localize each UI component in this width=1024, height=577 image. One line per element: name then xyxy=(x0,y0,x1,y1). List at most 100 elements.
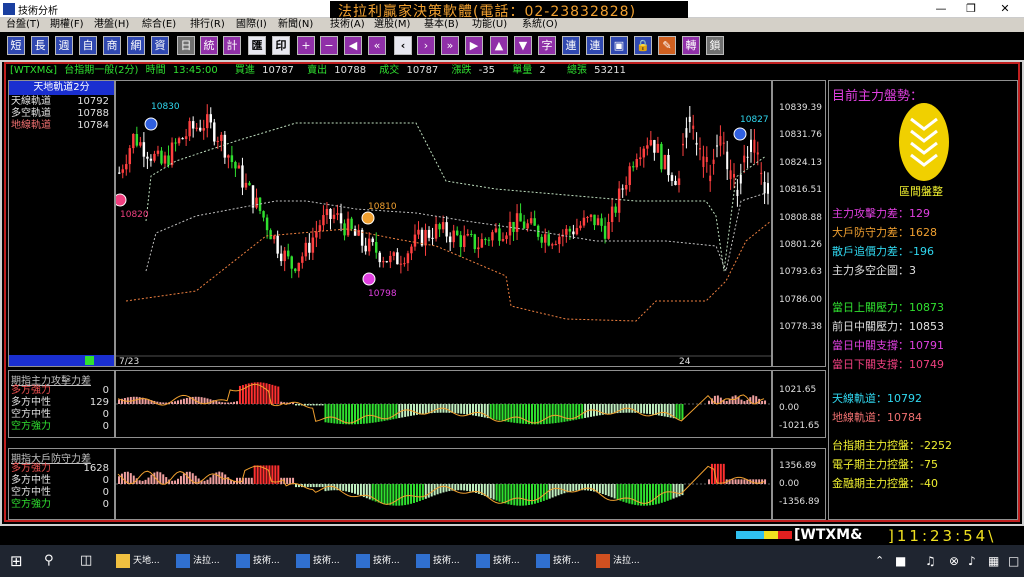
toolbar-button-8[interactable]: 統 xyxy=(200,36,218,55)
scroll-thumb[interactable] xyxy=(85,356,94,365)
toolbar-button-12[interactable]: + xyxy=(297,36,315,55)
candle-body xyxy=(705,157,708,162)
ind1-value: 0 xyxy=(102,409,109,420)
ind2-label: 多方強力 xyxy=(11,463,51,474)
toolbar-button-16[interactable]: ‹ xyxy=(394,36,412,55)
menu-item-5[interactable]: 國際(I) xyxy=(236,18,267,32)
taskbar-app[interactable]: 技術... xyxy=(356,549,400,573)
taskbar-app[interactable]: 法拉... xyxy=(596,549,640,573)
toolbar-button-2[interactable]: 週 xyxy=(55,36,73,55)
tray-chevron-icon[interactable]: ⌃ xyxy=(875,549,884,573)
toolbar-button-15[interactable]: « xyxy=(368,36,386,55)
toolbar-button-21[interactable]: ▼ xyxy=(514,36,532,55)
menu-item-7[interactable]: 技術(A) xyxy=(330,18,365,32)
taskbar-app[interactable]: 天地... xyxy=(116,549,160,573)
menu-item-11[interactable]: 系統(O) xyxy=(522,18,558,32)
legend-scroll-bar[interactable] xyxy=(9,355,114,366)
toolbar-button-3[interactable]: 自 xyxy=(79,36,97,55)
toolbar-button-9[interactable]: 計 xyxy=(223,36,241,55)
histogram-bar xyxy=(380,484,383,504)
tray-ime-icon[interactable]: ▦ xyxy=(988,549,999,573)
candle-body xyxy=(336,213,339,215)
histogram-bar xyxy=(321,484,324,488)
toolbar-button-19[interactable]: ▶ xyxy=(465,36,483,55)
histogram-bar xyxy=(203,397,206,404)
upper-track-line xyxy=(145,122,767,272)
candle-body xyxy=(177,138,181,144)
candle-body xyxy=(617,188,621,213)
menu-item-8[interactable]: 選股(M) xyxy=(374,18,410,32)
histogram-bar xyxy=(743,401,746,404)
toolbar-button-4[interactable]: 商 xyxy=(103,36,121,55)
menu-item-2[interactable]: 港盤(H) xyxy=(94,18,129,32)
toolbar-button-14[interactable]: ◀ xyxy=(344,36,362,55)
candle-body xyxy=(448,236,452,243)
taskbar-app[interactable]: 法拉... xyxy=(176,549,220,573)
toolbar-button-23[interactable]: 連 xyxy=(562,36,580,55)
histogram-bar xyxy=(348,404,351,425)
toolbar-button-0[interactable]: 短 xyxy=(7,36,25,55)
toolbar-button-24[interactable]: 連 xyxy=(586,36,604,55)
annotation-marker xyxy=(733,127,747,141)
taskbar-app[interactable]: 技術... xyxy=(236,549,280,573)
menu-item-3[interactable]: 綜合(E) xyxy=(142,18,176,32)
legend-title[interactable]: 天地軌道2分 xyxy=(9,81,114,95)
menu-item-10[interactable]: 功能(U) xyxy=(472,18,507,32)
toolbar-button-10[interactable]: 匯 xyxy=(248,36,266,55)
status-light-cyan-2 xyxy=(750,531,764,539)
histogram-bar xyxy=(345,484,348,492)
toolbar-button-22[interactable]: 字 xyxy=(538,36,556,55)
minimize-button[interactable]: — xyxy=(926,0,956,18)
toolbar-button-7[interactable]: 日 xyxy=(177,36,195,55)
taskbar-app[interactable]: 技術... xyxy=(476,549,520,573)
close-button[interactable]: ✕ xyxy=(990,0,1020,18)
ind1-chart[interactable] xyxy=(115,370,772,438)
toolbar-button-5[interactable]: 網 xyxy=(127,36,145,55)
maximize-button[interactable]: ❐ xyxy=(956,0,986,18)
price-axis-label: 10793.63 xyxy=(779,267,822,278)
toolbar-button-27[interactable]: ✎ xyxy=(658,36,676,55)
candle-body xyxy=(653,140,656,153)
histogram-bar xyxy=(678,484,681,497)
candle-body xyxy=(649,140,653,146)
toolbar-button-13[interactable]: − xyxy=(320,36,338,55)
ind1-value: 0 xyxy=(102,421,109,432)
menu-item-0[interactable]: 台盤(T) xyxy=(6,18,40,32)
notification-icon[interactable]: □ xyxy=(1008,549,1019,573)
ind2-axis: 1356.89 0.00 -1356.89 xyxy=(772,448,826,520)
start-icon[interactable]: ⊞ xyxy=(10,549,30,573)
menu-item-9[interactable]: 基本(B) xyxy=(424,18,459,32)
toolbar-button-20[interactable]: ▲ xyxy=(490,36,508,55)
histogram-bar xyxy=(631,484,634,505)
task-view-icon[interactable]: ◫ xyxy=(80,549,98,573)
histogram-bar xyxy=(324,404,327,423)
ind2-chart[interactable] xyxy=(115,448,772,520)
ind2-row: 多方強力 1628 xyxy=(11,463,113,475)
toolbar-button-26[interactable]: 🔒 xyxy=(634,36,652,55)
taskbar-app[interactable]: 技術... xyxy=(296,549,340,573)
toolbar-button-1[interactable]: 長 xyxy=(31,36,49,55)
search-icon[interactable]: ⚲ xyxy=(44,549,62,573)
price-chart[interactable]: 10830 10820 10810 10798 10827 7/23 24 xyxy=(115,80,772,367)
candle-body xyxy=(216,140,220,142)
menu-item-4[interactable]: 排行(R) xyxy=(190,18,225,32)
toolbar-button-18[interactable]: » xyxy=(441,36,459,55)
tray-volume-2-icon[interactable]: ♪ xyxy=(968,549,976,573)
toolbar-button-28[interactable]: 轉 xyxy=(682,36,700,55)
tray-network-icon[interactable]: ■ xyxy=(895,549,906,573)
tray-volume-icon[interactable]: ♫ xyxy=(925,549,936,573)
toolbar-button-11[interactable]: 印 xyxy=(272,36,290,55)
histogram-bar xyxy=(457,404,460,414)
histogram-bar xyxy=(424,484,427,499)
candle-body xyxy=(234,162,237,169)
toolbar-button-17[interactable]: › xyxy=(417,36,435,55)
toolbar-button-25[interactable]: ▣ xyxy=(610,36,628,55)
taskbar-app[interactable]: 技術... xyxy=(536,549,580,573)
menu-item-6[interactable]: 新聞(N) xyxy=(278,18,313,32)
tray-status-icon[interactable]: ⊗ xyxy=(949,549,959,573)
toolbar-button-29[interactable]: 鎖 xyxy=(706,36,724,55)
taskbar-app[interactable]: 技術... xyxy=(416,549,460,573)
toolbar-button-6[interactable]: 資 xyxy=(151,36,169,55)
candle-body xyxy=(722,142,725,144)
menu-item-1[interactable]: 期權(F) xyxy=(50,18,84,32)
